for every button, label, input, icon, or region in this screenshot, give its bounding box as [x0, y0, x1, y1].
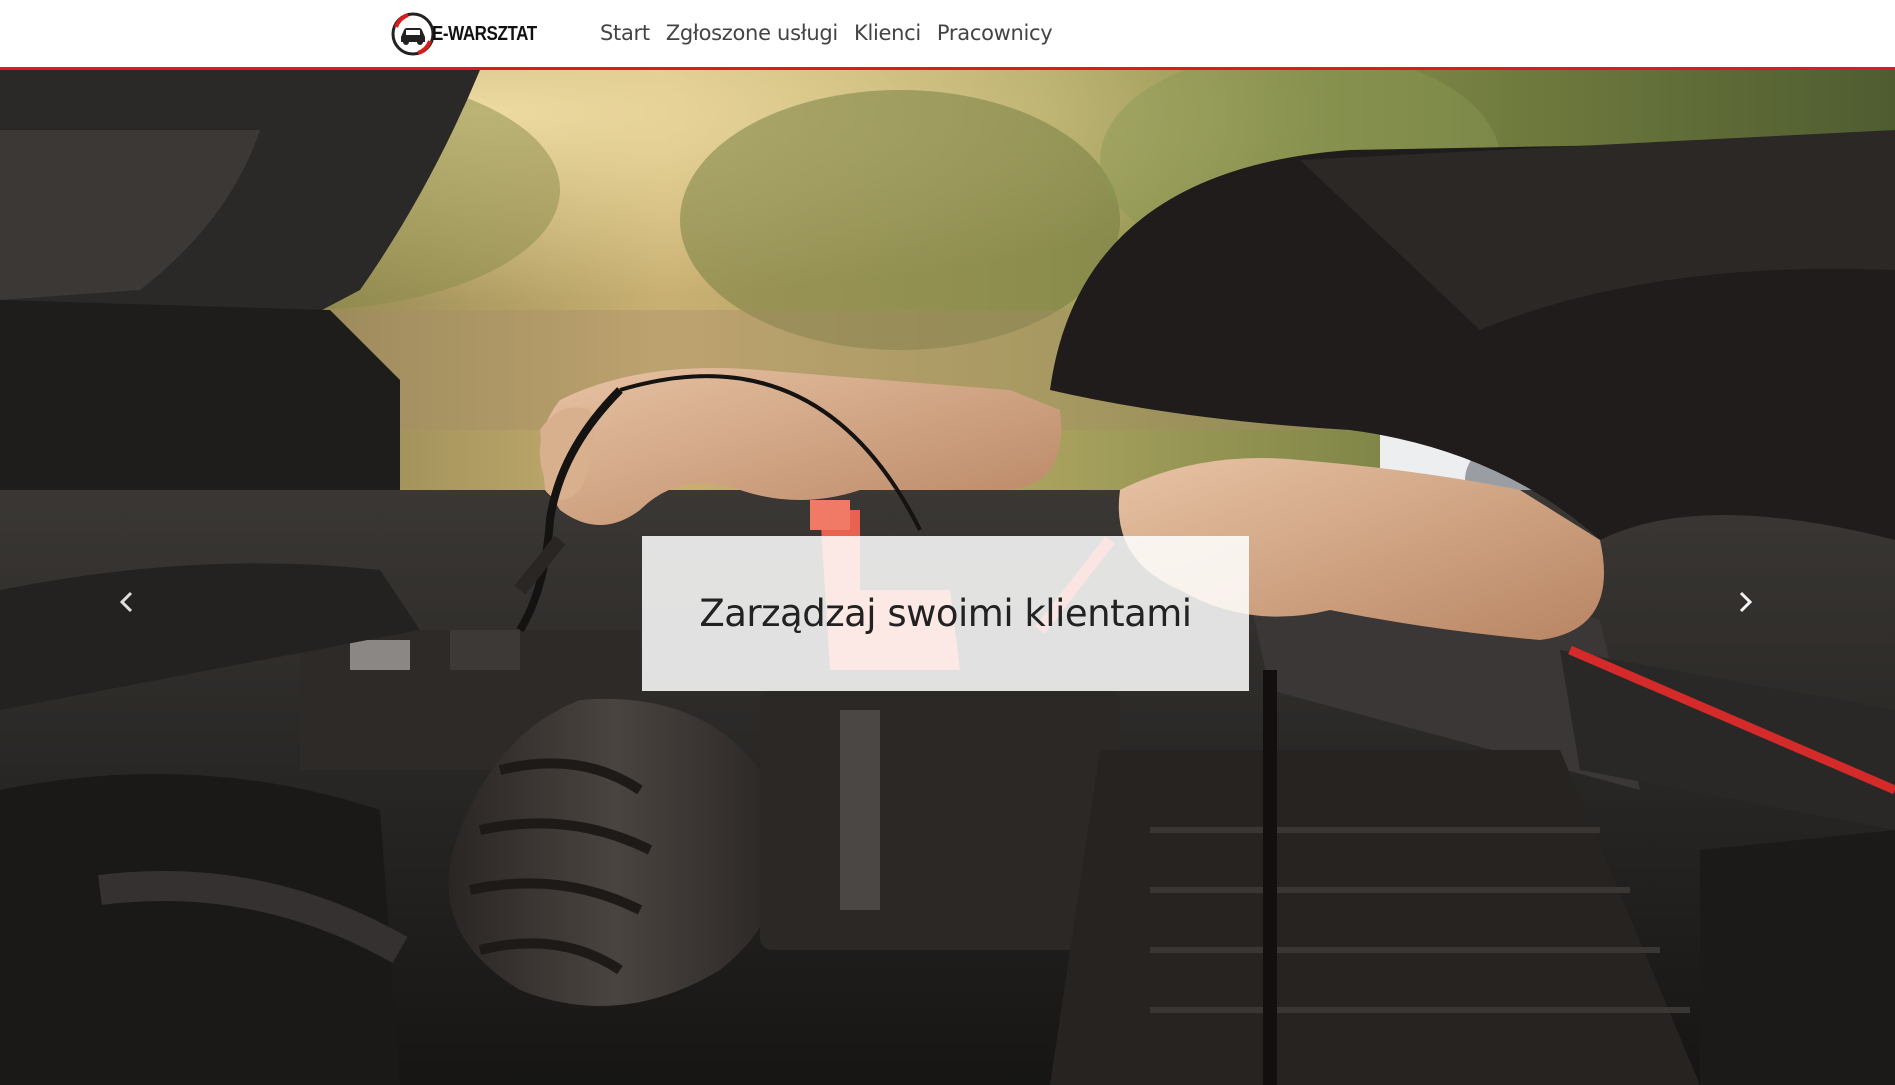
car-wrench-logo-icon	[391, 12, 435, 56]
nav-item-klienci[interactable]: Klienci	[854, 21, 921, 45]
nav-item-zgloszone-uslugi[interactable]: Zgłoszone usługi	[666, 21, 838, 45]
carousel-next-button[interactable]	[1735, 590, 1775, 680]
nav-item-pracownicy[interactable]: Pracownicy	[937, 21, 1053, 45]
carousel-prev-button[interactable]	[117, 590, 157, 680]
slide-caption-text: Zarządzaj swoimi klientami	[699, 592, 1192, 635]
slide-caption: Zarządzaj swoimi klientami	[642, 536, 1249, 691]
chevron-left-icon	[119, 591, 133, 613]
top-navbar: E-WARSZTAT Start Zgłoszone usługi Klienc…	[0, 0, 1895, 70]
nav-item-start[interactable]: Start	[600, 21, 650, 45]
chevron-right-icon	[1739, 591, 1753, 613]
hero-carousel: Zarządzaj swoimi klientami	[0, 70, 1895, 1085]
brand-name: E-WARSZTAT	[432, 22, 537, 45]
main-nav: Start Zgłoszone usługi Klienci Pracownic…	[600, 0, 1053, 66]
brand-link[interactable]: E-WARSZTAT	[388, 7, 555, 61]
